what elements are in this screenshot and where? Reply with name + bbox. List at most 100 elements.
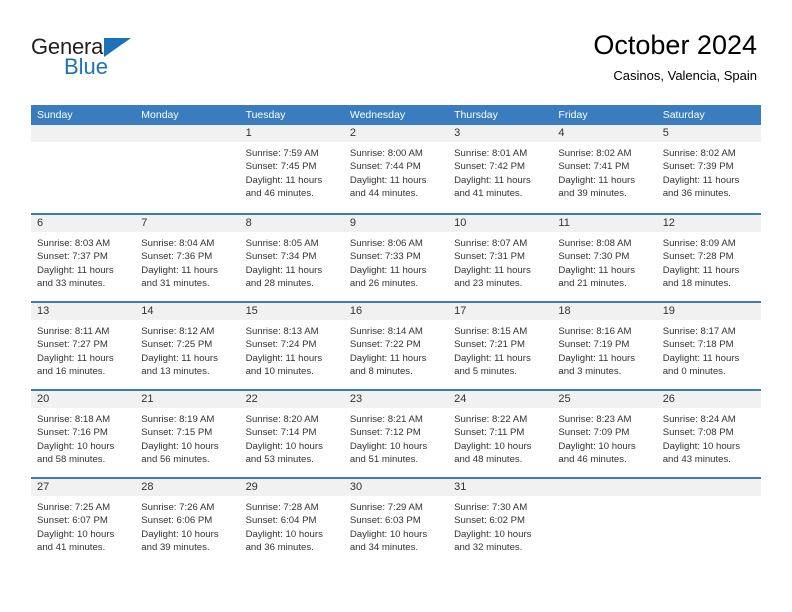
calendar-day-cell[interactable]: 17 Sunrise: 8:15 AM Sunset: 7:21 PM Dayligh… — [448, 303, 553, 389]
day-number: 6 — [37, 217, 44, 229]
daylight-text-line1: Daylight: 11 hours — [349, 174, 427, 186]
day-number: 1 — [245, 127, 252, 139]
calendar-day-cell[interactable]: 21 Sunrise: 8:19 AM Sunset: 7:15 PM Dayligh… — [135, 391, 240, 477]
calendar-day-cell[interactable]: 16 Sunrise: 8:14 AM Sunset: 7:22 PM Dayligh… — [343, 303, 449, 389]
calendar-day-cell[interactable]: 25 Sunrise: 8:23 AM Sunset: 7:09 PM Dayligh… — [552, 391, 657, 477]
day-details: Sunrise: 7:26 AM Sunset: 6:06 PM Daylight:… — [135, 496, 239, 554]
day-number: 15 — [245, 305, 258, 317]
calendar-day-cell[interactable]: 22 Sunrise: 8:20 AM Sunset: 7:14 PM Dayligh… — [239, 391, 344, 477]
day-number: 12 — [662, 217, 675, 229]
general-blue-logo: General Blue — [31, 34, 231, 90]
calendar-day-cell[interactable]: 18 Sunrise: 8:16 AM Sunset: 7:19 PM Dayligh… — [552, 303, 657, 389]
calendar-day-cell[interactable]: 19 Sunrise: 8:17 AM Sunset: 7:18 PM Dayligh… — [656, 303, 761, 389]
day-number: 8 — [245, 217, 252, 229]
daylight-text-line2: and 39 minutes. — [558, 187, 627, 199]
sunset-text: Sunset: 7:30 PM — [558, 251, 630, 263]
daylight-text-line1: Daylight: 11 hours — [558, 264, 636, 276]
calendar-day-cell[interactable]: 7 Sunrise: 8:04 AM Sunset: 7:36 PM Daylight… — [135, 215, 240, 301]
day-details: Sunrise: 7:29 AM Sunset: 6:03 PM Daylight:… — [344, 496, 448, 554]
day-number-strip: 1 — [239, 125, 344, 142]
day-number-strip: 13 — [31, 303, 136, 320]
calendar-day-cell[interactable]: 10 Sunrise: 8:07 AM Sunset: 7:31 PM Dayligh… — [448, 215, 553, 301]
day-number-strip: 8 — [239, 215, 344, 232]
weekday-header-monday: Monday — [141, 109, 179, 121]
daylight-text-line1: Daylight: 10 hours — [558, 440, 636, 452]
daylight-text-line1: Daylight: 10 hours — [141, 528, 219, 540]
calendar-day-cell[interactable]: 5 Sunrise: 8:02 AM Sunset: 7:39 PM Daylight… — [656, 125, 761, 213]
sunset-text: Sunset: 7:34 PM — [245, 251, 317, 263]
calendar-day-cell[interactable]: 11 Sunrise: 8:08 AM Sunset: 7:30 PM Dayligh… — [552, 215, 657, 301]
calendar-day-cell[interactable]: 28 Sunrise: 7:26 AM Sunset: 6:06 PM Dayligh… — [135, 479, 240, 565]
day-number: 9 — [349, 217, 356, 229]
daylight-text-line2: and 28 minutes. — [245, 277, 314, 289]
calendar-day-cell[interactable]: 26 Sunrise: 8:24 AM Sunset: 7:08 PM Dayligh… — [656, 391, 761, 477]
calendar-day-cell[interactable]: 4 Sunrise: 8:02 AM Sunset: 7:41 PM Daylight… — [552, 125, 657, 213]
calendar-day-cell[interactable]: 13 Sunrise: 8:11 AM Sunset: 7:27 PM Dayligh… — [31, 303, 136, 389]
sunset-text: Sunset: 7:22 PM — [349, 339, 421, 351]
calendar-page: General Blue October 2024 Casinos, Valen… — [0, 0, 792, 612]
daylight-text-line2: and 8 minutes. — [349, 365, 413, 377]
calendar-day-cell[interactable]: 3 Sunrise: 8:01 AM Sunset: 7:42 PM Daylight… — [448, 125, 553, 213]
daylight-text-line2: and 33 minutes. — [37, 277, 106, 289]
calendar-day-cell[interactable]: 14 Sunrise: 8:12 AM Sunset: 7:25 PM Dayligh… — [135, 303, 240, 389]
daylight-text-line2: and 5 minutes. — [454, 365, 518, 377]
sunset-text: Sunset: 7:08 PM — [662, 427, 734, 439]
calendar-day-cell[interactable]: 29 Sunrise: 7:28 AM Sunset: 6:04 PM Dayligh… — [239, 479, 344, 565]
sunset-text: Sunset: 7:18 PM — [662, 339, 734, 351]
day-details: Sunrise: 8:02 AM Sunset: 7:41 PM Daylight:… — [552, 142, 656, 200]
daylight-text-line2: and 43 minutes. — [662, 453, 731, 465]
day-details: Sunrise: 8:01 AM Sunset: 7:42 PM Daylight:… — [448, 142, 552, 200]
calendar-day-cell[interactable]: 27 Sunrise: 7:25 AM Sunset: 6:07 PM Dayligh… — [31, 479, 136, 565]
sunrise-text: Sunrise: 8:08 AM — [558, 238, 632, 249]
sunrise-text: Sunrise: 8:03 AM — [37, 238, 111, 249]
day-number: 16 — [349, 305, 363, 317]
sunset-text: Sunset: 7:44 PM — [349, 161, 421, 173]
calendar-day-cell[interactable]: 31 Sunrise: 7:30 AM Sunset: 6:02 PM Dayligh… — [448, 479, 553, 565]
day-number-strip: 29 — [239, 479, 344, 496]
sunrise-text: Sunrise: 8:02 AM — [558, 148, 632, 159]
daylight-text-line2: and 34 minutes. — [349, 541, 419, 553]
daylight-text-line2: and 21 minutes. — [558, 277, 627, 289]
daylight-text-line1: Daylight: 10 hours — [37, 440, 115, 452]
sunrise-text: Sunrise: 8:12 AM — [141, 326, 215, 337]
daylight-text-line2: and 46 minutes. — [245, 187, 314, 199]
daylight-text-line1: Daylight: 10 hours — [245, 440, 323, 452]
sunrise-text: Sunrise: 8:09 AM — [662, 238, 736, 249]
calendar-day-cell[interactable]: 20 Sunrise: 8:18 AM Sunset: 7:16 PM Dayligh… — [31, 391, 136, 477]
sunrise-text: Sunrise: 8:20 AM — [245, 414, 319, 425]
sunrise-text: Sunrise: 7:30 AM — [454, 502, 528, 513]
calendar-day-cell[interactable]: 8 Sunrise: 8:05 AM Sunset: 7:34 PM Daylight… — [239, 215, 344, 301]
day-details: Sunrise: 8:13 AM Sunset: 7:24 PM Daylight:… — [240, 320, 344, 378]
daylight-text-line1: Daylight: 11 hours — [558, 352, 636, 364]
calendar-day-cell[interactable]: 24 Sunrise: 8:22 AM Sunset: 7:11 PM Dayligh… — [448, 391, 553, 477]
day-number: 28 — [141, 481, 154, 493]
calendar-day-cell[interactable]: 2 Sunrise: 8:00 AM Sunset: 7:44 PM Daylight… — [343, 125, 449, 213]
sunrise-text: Sunrise: 7:28 AM — [245, 502, 319, 513]
day-details: Sunrise: 8:15 AM Sunset: 7:21 PM Daylight:… — [448, 320, 552, 378]
daylight-text-line1: Daylight: 11 hours — [454, 174, 531, 186]
sunset-text: Sunset: 6:06 PM — [141, 515, 213, 527]
calendar-day-cell[interactable]: 1 Sunrise: 7:59 AM Sunset: 7:45 PM Daylight… — [239, 125, 344, 213]
day-number: 11 — [558, 217, 570, 229]
calendar-day-cell[interactable]: 30 Sunrise: 7:29 AM Sunset: 6:03 PM Dayligh… — [343, 479, 449, 565]
calendar-day-cell[interactable]: 15 Sunrise: 8:13 AM Sunset: 7:24 PM Dayligh… — [239, 303, 344, 389]
calendar-day-cell[interactable]: 23 Sunrise: 8:21 AM Sunset: 7:12 PM Dayligh… — [343, 391, 449, 477]
sunset-text: Sunset: 7:12 PM — [349, 427, 421, 439]
sunrise-text: Sunrise: 8:05 AM — [245, 238, 319, 249]
calendar-day-cell[interactable]: 6 Sunrise: 8:03 AM Sunset: 7:37 PM Daylight… — [31, 215, 136, 301]
calendar-grid: Sunday Monday Tuesday Wednesday Thursday… — [31, 105, 761, 565]
calendar-day-cell[interactable]: 12 Sunrise: 8:09 AM Sunset: 7:28 PM Dayligh… — [656, 215, 761, 301]
daylight-text-line1: Daylight: 11 hours — [37, 264, 114, 276]
daylight-text-line1: Daylight: 10 hours — [662, 440, 741, 452]
daylight-text-line2: and 23 minutes. — [454, 277, 523, 289]
logo-text-blue: Blue — [64, 54, 109, 79]
daylight-text-line2: and 41 minutes. — [37, 541, 106, 553]
day-number-strip: 17 — [448, 303, 553, 320]
day-details: Sunrise: 8:11 AM Sunset: 7:27 PM Daylight:… — [31, 320, 135, 378]
daylight-text-line2: and 53 minutes. — [245, 453, 314, 465]
daylight-text-line1: Daylight: 10 hours — [141, 440, 219, 452]
calendar-day-cell[interactable]: 9 Sunrise: 8:06 AM Sunset: 7:33 PM Daylight… — [343, 215, 449, 301]
day-details: Sunrise: 8:09 AM Sunset: 7:28 PM Daylight:… — [657, 232, 761, 290]
calendar-week-row: 27 Sunrise: 7:25 AM Sunset: 6:07 PM Dayligh… — [31, 477, 761, 565]
day-details: Sunrise: 8:21 AM Sunset: 7:12 PM Daylight:… — [344, 408, 448, 466]
